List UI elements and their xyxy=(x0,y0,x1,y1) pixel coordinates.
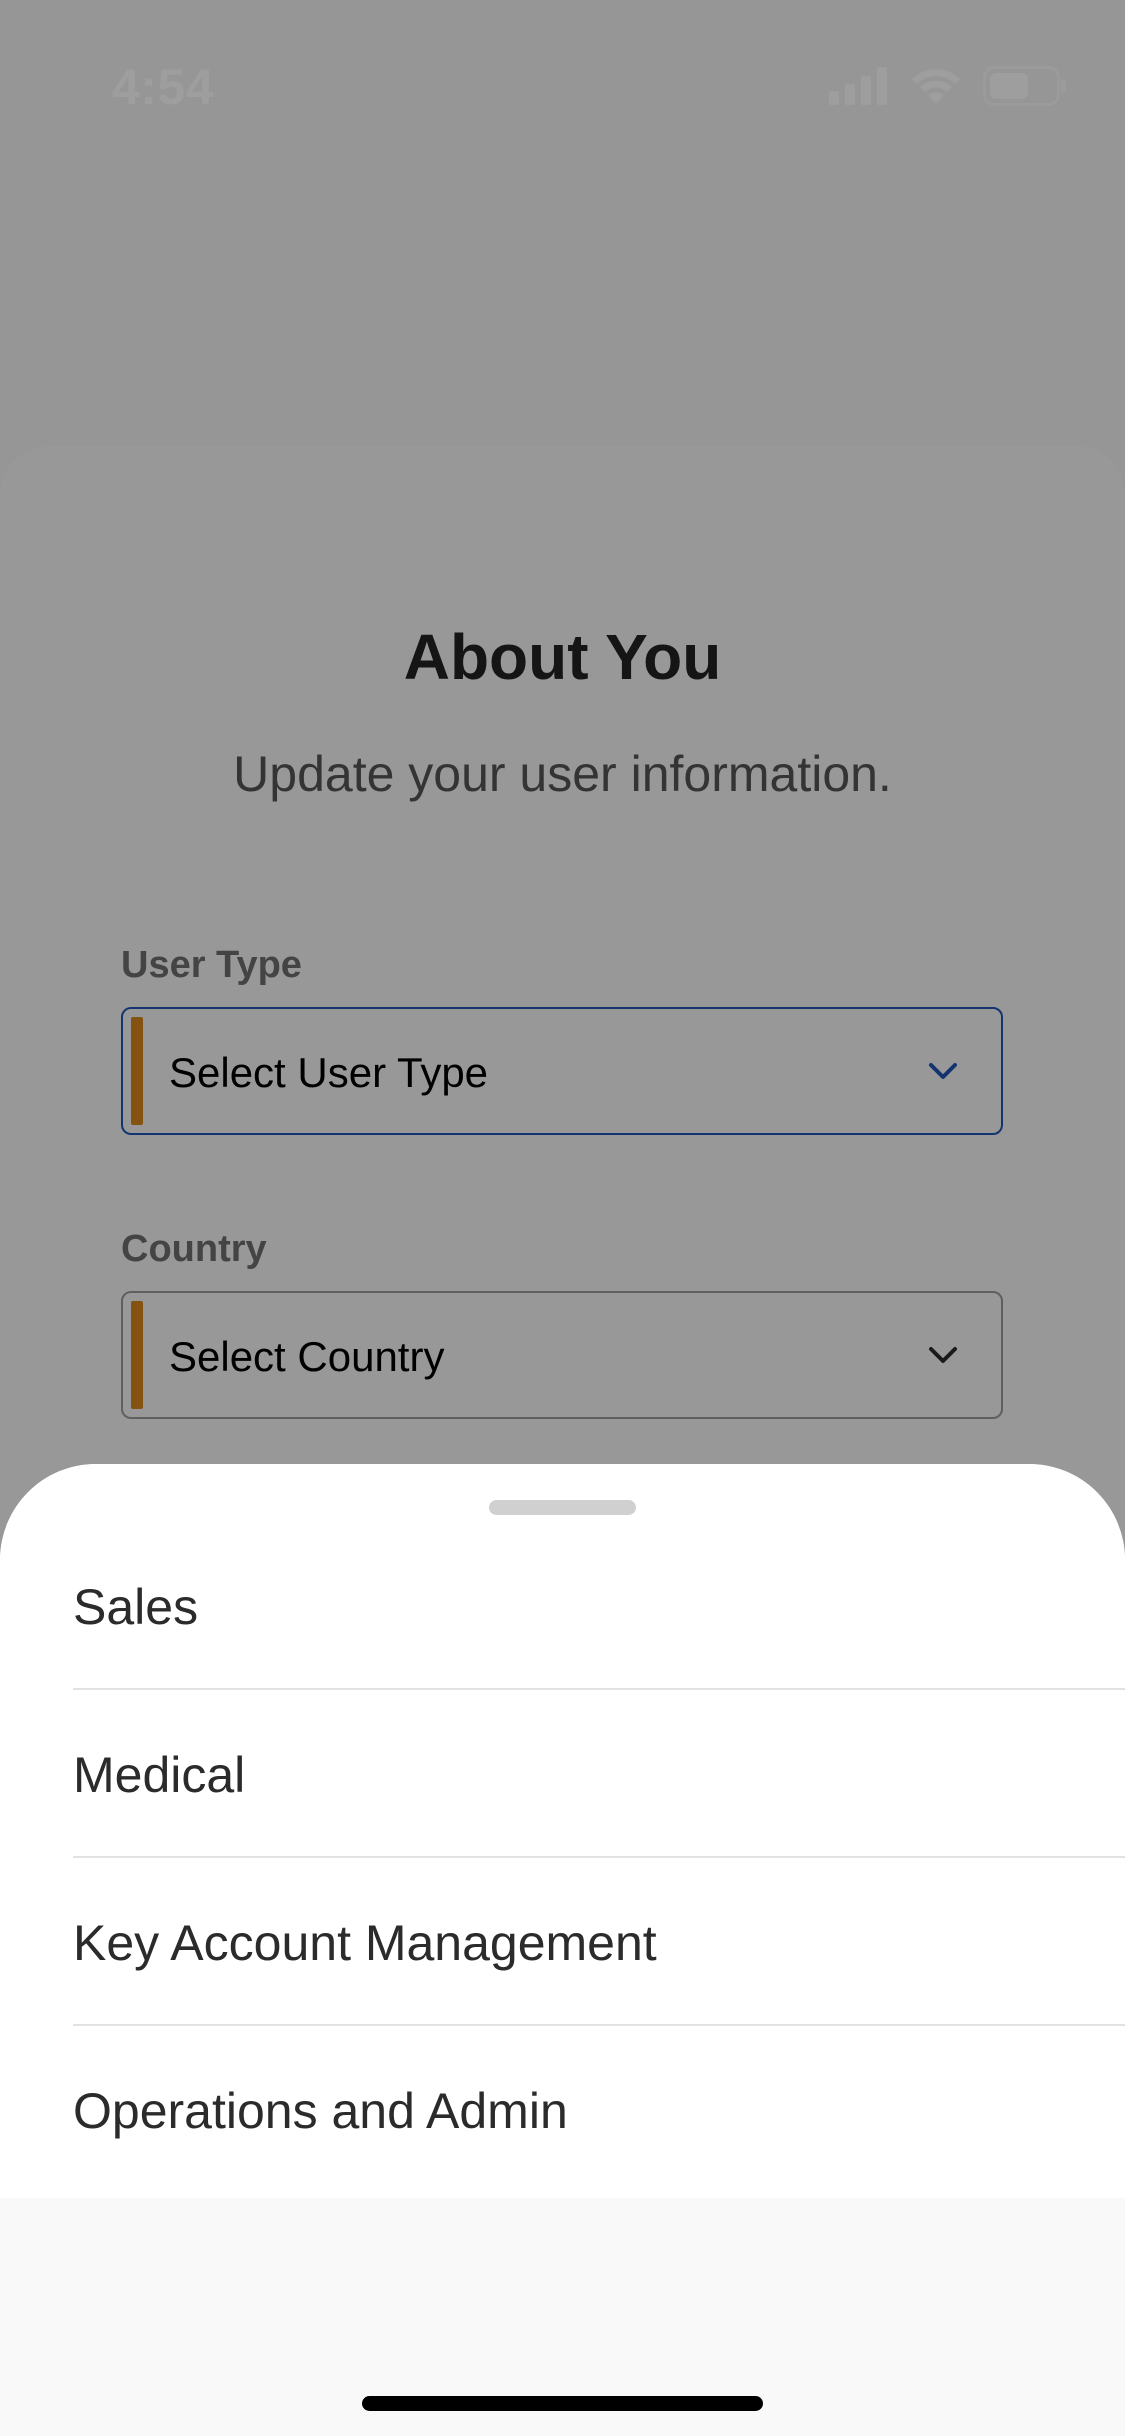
option-sales[interactable]: Sales xyxy=(73,1522,1125,1690)
option-medical[interactable]: Medical xyxy=(73,1690,1125,1858)
home-indicator[interactable] xyxy=(362,2396,763,2411)
option-label: Key Account Management xyxy=(73,1915,657,1971)
option-label: Operations and Admin xyxy=(73,2083,568,2139)
option-key-account-management[interactable]: Key Account Management xyxy=(73,1858,1125,2026)
sheet-drag-handle[interactable] xyxy=(489,1500,636,1515)
app-screen: 4:54 About You Update your user informat… xyxy=(0,0,1125,2436)
option-label: Sales xyxy=(73,1579,199,1635)
option-label: Medical xyxy=(73,1747,246,1803)
user-type-bottom-sheet: Sales Medical Key Account Management Ope… xyxy=(0,1464,1125,2436)
option-operations-and-admin[interactable]: Operations and Admin xyxy=(73,2026,1125,2194)
